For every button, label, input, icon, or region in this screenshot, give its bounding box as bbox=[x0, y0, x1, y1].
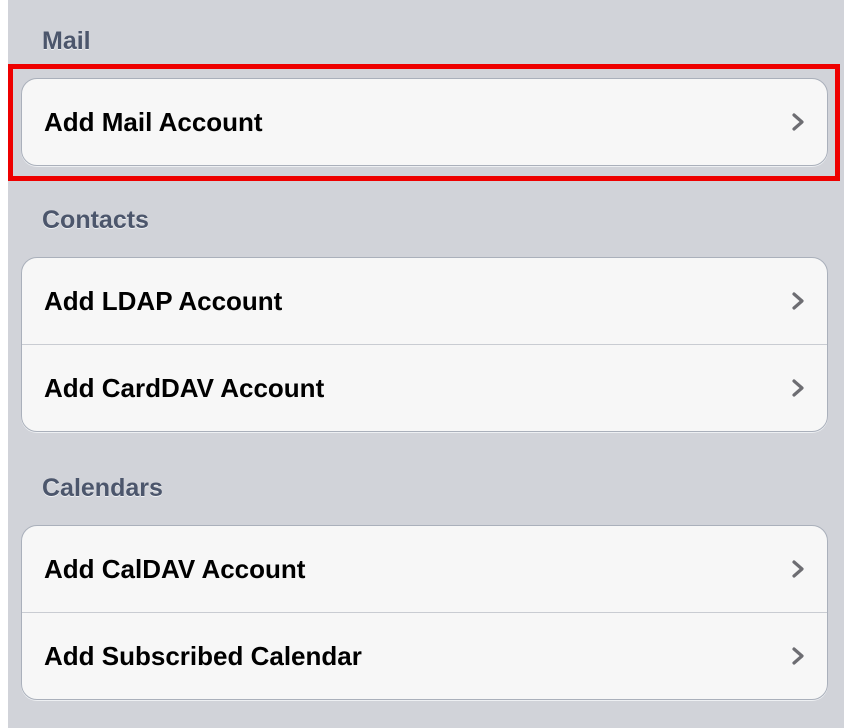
add-caldav-account-cell[interactable]: Add CalDAV Account bbox=[22, 526, 827, 612]
cell-label: Add CardDAV Account bbox=[44, 373, 325, 403]
cell-label: Add Subscribed Calendar bbox=[44, 641, 362, 671]
add-mail-account-cell[interactable]: Add Mail Account bbox=[22, 79, 827, 165]
chevron-right-icon bbox=[791, 291, 805, 311]
chevron-right-icon bbox=[791, 559, 805, 579]
add-subscribed-calendar-cell[interactable]: Add Subscribed Calendar bbox=[22, 612, 827, 698]
add-ldap-account-cell[interactable]: Add LDAP Account bbox=[22, 258, 827, 344]
section-header-contacts: Contacts bbox=[42, 206, 149, 234]
chevron-right-icon bbox=[791, 378, 805, 398]
chevron-right-icon bbox=[791, 646, 805, 666]
settings-screen: Mail Add Mail Account Contacts Add LDAP … bbox=[0, 0, 844, 728]
cell-label: Add CalDAV Account bbox=[44, 554, 306, 584]
cell-label: Add LDAP Account bbox=[44, 286, 283, 316]
add-carddav-account-cell[interactable]: Add CardDAV Account bbox=[22, 344, 827, 430]
section-header-calendars: Calendars bbox=[42, 474, 163, 502]
section-header-mail: Mail bbox=[42, 27, 91, 55]
contacts-group: Add LDAP Account Add CardDAV Account bbox=[21, 257, 828, 432]
cell-label: Add Mail Account bbox=[44, 107, 263, 137]
calendars-group: Add CalDAV Account Add Subscribed Calend… bbox=[21, 525, 828, 700]
chevron-right-icon bbox=[791, 112, 805, 132]
mail-group: Add Mail Account bbox=[21, 78, 828, 166]
